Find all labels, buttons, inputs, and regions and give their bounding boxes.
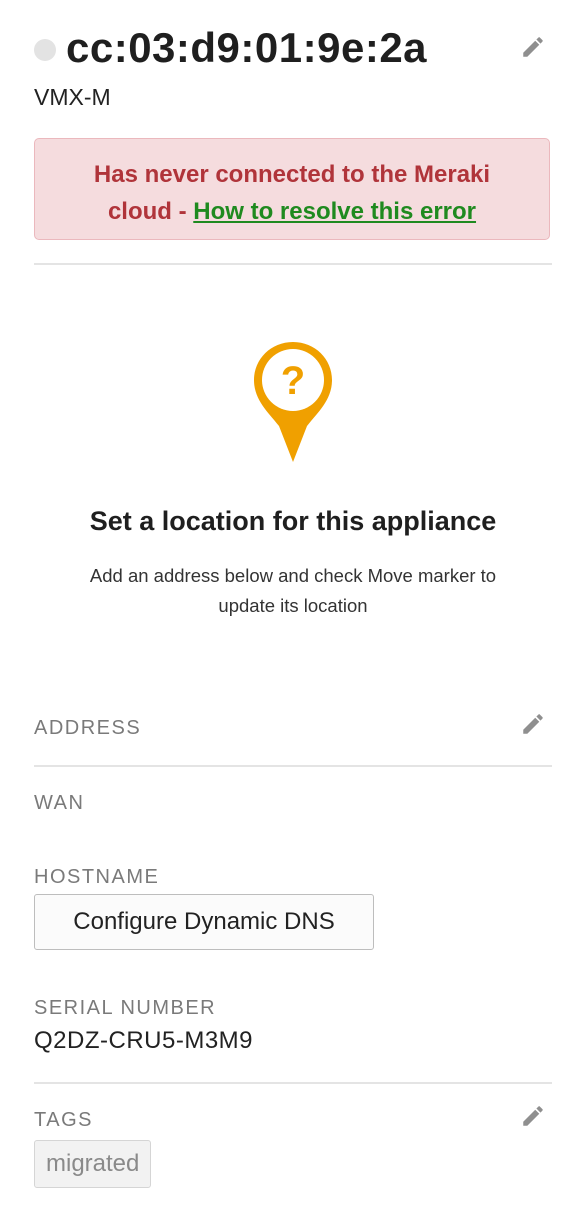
tags-label: TAGS	[34, 1109, 93, 1131]
svg-text:?: ?	[281, 359, 305, 403]
pencil-icon	[523, 714, 543, 734]
error-line-2: cloud - How to resolve this error	[107, 198, 477, 225]
edit-device-name-button[interactable]	[520, 34, 546, 60]
device-header: cc:03:d9:01:9e:2a	[34, 22, 552, 82]
wan-label: WAN	[34, 792, 85, 814]
connection-error-alert: Has never connected to the Meraki cloud …	[34, 138, 550, 240]
location-description: Add an address below and check Move mark…	[89, 565, 497, 616]
device-name: cc:03:d9:01:9e:2a	[66, 24, 428, 71]
pencil-icon	[523, 1106, 543, 1126]
resolve-error-link[interactable]: How to resolve this error	[193, 198, 476, 225]
error-line-1: Has never connected to the Meraki	[93, 161, 491, 188]
status-indicator	[34, 39, 56, 61]
divider	[34, 765, 552, 767]
configure-ddns-button[interactable]: Configure Dynamic DNS	[34, 894, 374, 950]
divider	[34, 1082, 552, 1084]
device-model: VMX-M	[34, 84, 111, 110]
map-pin-icon: ?	[254, 342, 332, 462]
serial-number-label: SERIAL NUMBER	[34, 997, 217, 1019]
tag-chip: migrated	[34, 1140, 152, 1188]
device-details-panel: cc:03:d9:01:9e:2a VMX-M Has never connec…	[34, 0, 552, 1206]
pencil-icon	[523, 37, 543, 57]
address-label: ADDRESS	[34, 717, 142, 739]
location-title: Set a location for this appliance	[89, 506, 497, 536]
edit-tags-button[interactable]	[520, 1103, 546, 1129]
divider	[34, 263, 552, 265]
hostname-label: HOSTNAME	[34, 866, 160, 888]
serial-number-value: Q2DZ-CRU5-M3M9	[34, 1027, 254, 1054]
location-pin: ?	[252, 340, 334, 464]
edit-address-button[interactable]	[520, 711, 546, 737]
